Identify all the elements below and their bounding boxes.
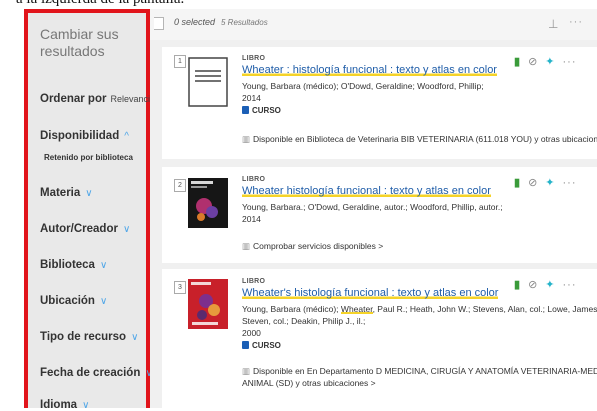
select-all-checkbox[interactable] — [154, 17, 164, 30]
chevron-down-icon[interactable]: ∨ — [85, 188, 92, 199]
chevron-down-icon[interactable]: ∨ — [82, 400, 89, 411]
availability-text[interactable]: Disponible en En Departamento D MEDICINA… — [253, 366, 597, 376]
facet-label: Materia — [40, 187, 81, 199]
result-actions: ▮ ⊘ ✦ ··· — [514, 55, 577, 68]
more-options-icon[interactable]: ··· — [563, 177, 577, 189]
facet-label: Disponibilidad — [40, 130, 120, 142]
availability-link[interactable]: ▥ Disponible en Biblioteca de Veterinaria… — [242, 134, 597, 145]
availability-icon: ▥ — [242, 241, 251, 251]
facet-label: Tipo de recurso — [40, 331, 127, 343]
result-year: 2014 — [242, 214, 261, 224]
facet-creation-date[interactable]: Fecha de creación∨ — [40, 367, 153, 379]
facet-label: Ubicación — [40, 295, 95, 307]
course-badge: CURSO — [242, 106, 281, 115]
chevron-down-icon[interactable]: ∨ — [100, 296, 107, 307]
result-card[interactable]: 1 LIBRO Wheater : histología funcional :… — [162, 47, 597, 159]
results-toolbar: 0 selected 5 Resultados ⊥ ··· — [150, 9, 597, 40]
resource-type: LIBRO — [242, 55, 266, 62]
link-icon[interactable]: ⊘ — [528, 279, 537, 291]
more-options-icon[interactable]: ··· — [563, 279, 577, 291]
result-number: 1 — [174, 55, 186, 68]
availability-text[interactable]: Comprobar servicios disponibles > — [253, 241, 383, 251]
author-highlight: Wheater — [340, 304, 373, 314]
link-icon[interactable]: ⊘ — [528, 177, 537, 189]
sidebar-title: Cambiar sus resultados — [40, 26, 119, 59]
availability-text[interactable]: Disponible en Biblioteca de Veterinaria … — [253, 134, 597, 144]
sort-label: Ordenar por — [40, 93, 107, 105]
selected-count: 0 selected — [174, 17, 216, 27]
course-label: CURSO — [252, 106, 281, 115]
result-authors: Young, Barbara (médico); Wheater, Paul R… — [242, 303, 597, 315]
book-cover-thumbnail[interactable] — [188, 178, 228, 228]
caption-text: a la izquierda de la pantalla. — [16, 0, 184, 8]
chevron-down-icon[interactable]: ∨ — [100, 260, 107, 271]
results-count: 5 Resultados — [221, 18, 268, 27]
facet-subject[interactable]: Materia ∨ — [40, 187, 93, 199]
course-icon — [242, 106, 249, 114]
availability-link-cont[interactable]: ANIMAL (SD) y otras ubicaciones > — [242, 378, 376, 388]
facet-availability[interactable]: Disponibilidad ^ — [40, 130, 129, 142]
pin-icon[interactable]: ⊥ — [548, 17, 558, 31]
document-icon[interactable]: ▮ — [514, 56, 520, 68]
result-title-link[interactable]: Wheater's histología funcional : texto y… — [242, 287, 499, 299]
result-card[interactable]: 3 LIBRO Wheater's histología funcional :… — [162, 269, 597, 408]
pin-icon[interactable]: ✦ — [545, 279, 554, 291]
facet-label: Autor/Creador — [40, 223, 118, 235]
facet-label: Idioma — [40, 399, 78, 411]
availability-link[interactable]: ▥ Comprobar servicios disponibles > — [242, 241, 383, 252]
title-text[interactable]: Wheater's histología funcional : texto y… — [242, 287, 499, 299]
facet-language[interactable]: Idioma ∨ — [40, 399, 89, 411]
result-title-link[interactable]: Wheater histología funcional : texto y a… — [242, 185, 491, 197]
result-authors: Young, Barbara.; O'Dowd, Geraldine, auto… — [242, 202, 503, 212]
result-actions: ▮ ⊘ ✦ ··· — [514, 176, 577, 189]
availability-icon: ▥ — [242, 134, 251, 144]
resource-type: LIBRO — [242, 278, 266, 285]
book-placeholder-icon[interactable] — [188, 57, 228, 107]
sort-by[interactable]: Ordenar porRelevancia▼ — [40, 93, 166, 105]
filter-sidebar: Cambiar sus resultados Ordenar por Releva… — [24, 9, 166, 411]
author-text: , Paul R.; Heath, John W.; Stevens, Alan… — [372, 304, 597, 314]
chevron-down-icon[interactable]: ∨ — [131, 332, 138, 343]
chevron-down-icon[interactable]: ∨ — [123, 224, 130, 235]
result-authors-cont: Steven, col.; Deakin, Philip J., il.; — [242, 316, 366, 326]
document-icon[interactable]: ▮ — [514, 279, 520, 291]
pin-icon[interactable]: ✦ — [545, 177, 554, 189]
result-number: 3 — [174, 281, 186, 294]
author-text: Young, Barbara (médico); — [242, 304, 341, 314]
course-label: CURSO — [252, 341, 281, 350]
sort-value[interactable]: Relevancia — [110, 94, 155, 104]
result-authors: Young, Barbara (médico); O'Dowd, Geraldi… — [242, 81, 484, 91]
result-actions: ▮ ⊘ ✦ ··· — [514, 278, 577, 291]
document-icon[interactable]: ▮ — [514, 177, 520, 189]
course-badge: CURSO — [242, 341, 281, 350]
facet-label: Biblioteca — [40, 259, 95, 271]
title-text[interactable]: Wheater : histología funcional : texto y… — [242, 64, 497, 76]
book-cover-thumbnail[interactable] — [188, 279, 228, 329]
availability-link[interactable]: ▥ Disponible en En Departamento D MEDICIN… — [242, 366, 597, 377]
result-title-link[interactable]: Wheater : histología funcional : texto y… — [242, 64, 497, 76]
facet-availability-option[interactable]: Retenido por biblioteca — [44, 153, 133, 162]
result-year: 2000 — [242, 328, 261, 338]
link-icon[interactable]: ⊘ — [528, 56, 537, 68]
pin-icon[interactable]: ✦ — [545, 56, 554, 68]
availability-icon: ▥ — [242, 366, 251, 376]
result-card[interactable]: 2 LIBRO Wheater histología funcional : t… — [162, 167, 597, 263]
facet-location[interactable]: Ubicación ∨ — [40, 295, 107, 307]
result-year: 2014 — [242, 93, 261, 103]
title-text[interactable]: Wheater histología funcional : texto y a… — [242, 185, 491, 197]
facet-library[interactable]: Biblioteca ∨ — [40, 259, 107, 271]
course-icon — [242, 341, 249, 349]
facet-resource-type[interactable]: Tipo de recurso ∨ — [40, 331, 138, 343]
resource-type: LIBRO — [242, 176, 266, 183]
more-options-icon[interactable]: ··· — [563, 56, 577, 68]
facet-author[interactable]: Autor/Creador ∨ — [40, 223, 130, 235]
more-options-icon[interactable]: ··· — [569, 16, 583, 28]
facet-label: Fecha de creación — [40, 367, 141, 379]
results-panel: 0 selected 5 Resultados ⊥ ··· 1 LIBRO Wh… — [150, 9, 597, 408]
chevron-up-icon[interactable]: ^ — [124, 131, 129, 142]
result-number: 2 — [174, 179, 186, 192]
